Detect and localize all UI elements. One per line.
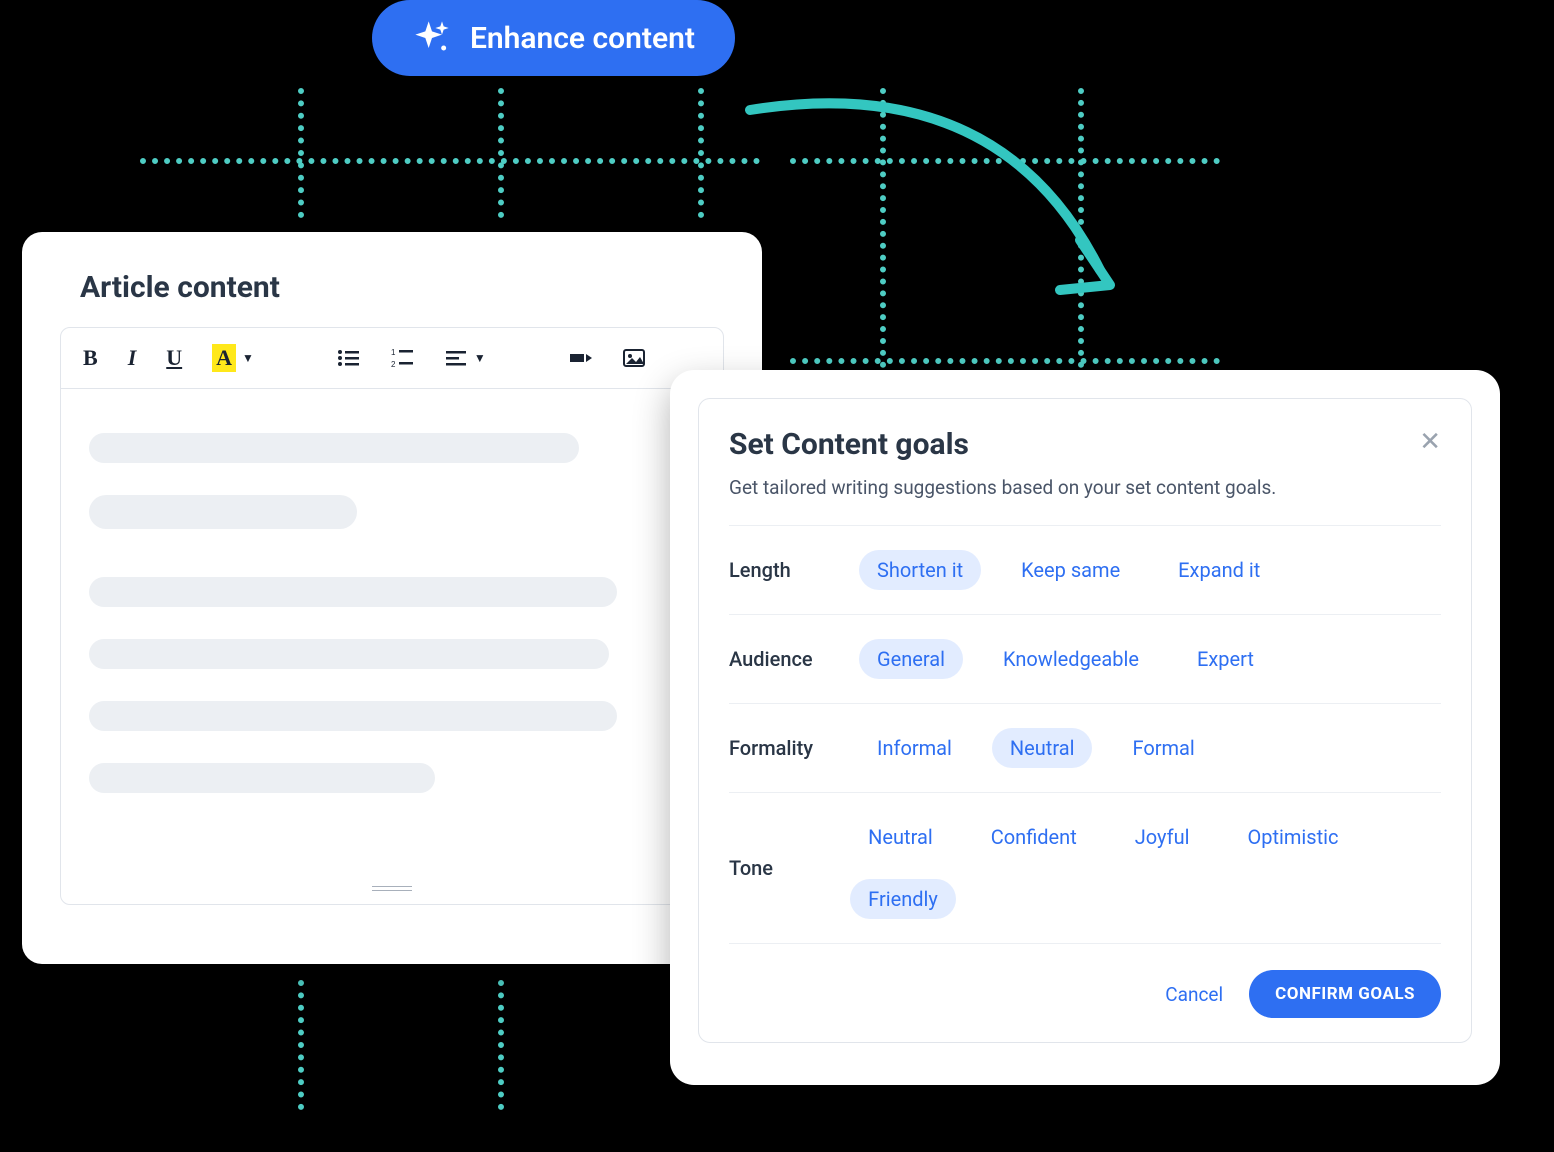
content-placeholder <box>61 389 723 869</box>
grid-line <box>498 88 504 218</box>
goals-subtitle: Get tailored writing suggestions based o… <box>729 476 1276 499</box>
goal-option[interactable]: Joyful <box>1117 817 1208 857</box>
goal-option[interactable]: Optimistic <box>1229 817 1356 857</box>
underline-button[interactable]: U <box>166 345 182 371</box>
text-color-button[interactable]: A▼ <box>212 344 254 372</box>
goal-option[interactable]: General <box>859 639 963 679</box>
enhance-label: Enhance content <box>470 21 695 56</box>
bullet-list-button[interactable] <box>336 346 360 370</box>
goal-option[interactable]: Confident <box>973 817 1095 857</box>
editor-frame: B I U A▼ 12 ▼ <box>60 327 724 905</box>
content-goals-modal: Set Content goals Get tailored writing s… <box>670 370 1500 1085</box>
goal-option[interactable]: Expand it <box>1160 550 1278 590</box>
goal-row: ToneNeutral Confident Joyful Optimistic Frie… <box>729 792 1441 943</box>
goal-option[interactable]: Neutral <box>992 728 1093 768</box>
resize-handle[interactable] <box>372 886 412 894</box>
article-title: Article content <box>80 270 724 305</box>
cancel-button[interactable]: Cancel <box>1165 983 1223 1006</box>
bold-button[interactable]: B <box>83 345 98 371</box>
goal-label: Formality <box>729 736 859 760</box>
goal-option[interactable]: Formal <box>1114 728 1212 768</box>
grid-line <box>140 158 760 164</box>
goal-option[interactable]: Keep same <box>1003 550 1138 590</box>
grid-line <box>298 980 304 1110</box>
article-editor-panel: Article content B I U A▼ 12 ▼ <box>22 232 762 964</box>
insert-image-button[interactable] <box>622 346 646 370</box>
grid-line <box>298 88 304 218</box>
grid-line <box>698 88 704 218</box>
grid-line <box>498 980 504 1110</box>
goal-label: Length <box>729 558 859 582</box>
goal-label: Tone <box>729 856 850 880</box>
editor-toolbar: B I U A▼ 12 ▼ <box>61 328 723 389</box>
italic-button[interactable]: I <box>128 345 137 371</box>
svg-text:2: 2 <box>391 360 396 369</box>
confirm-goals-button[interactable]: CONFIRM GOALS <box>1249 970 1441 1018</box>
numbered-list-button[interactable]: 12 <box>390 346 414 370</box>
svg-text:1: 1 <box>391 348 396 357</box>
goal-option[interactable]: Friendly <box>850 879 956 919</box>
goal-row: AudienceGeneral Knowledgeable Expert <box>729 614 1441 703</box>
goal-option[interactable]: Knowledgeable <box>985 639 1157 679</box>
goal-option[interactable]: Shorten it <box>859 550 981 590</box>
grid-line <box>790 358 1220 364</box>
align-button[interactable]: ▼ <box>444 346 486 370</box>
insert-block-button[interactable] <box>568 346 592 370</box>
close-icon[interactable]: ✕ <box>1419 427 1441 457</box>
goal-row: FormalityInformal Neutral Formal <box>729 703 1441 792</box>
goals-title: Set Content goals <box>729 427 1276 462</box>
goal-option[interactable]: Neutral <box>850 817 951 857</box>
flow-arrow-icon <box>740 90 1140 320</box>
goal-option[interactable]: Expert <box>1179 639 1272 679</box>
goal-option[interactable]: Informal <box>859 728 970 768</box>
sparkle-icon <box>412 18 452 58</box>
goal-row: LengthShorten it Keep same Expand it <box>729 525 1441 614</box>
enhance-content-button[interactable]: Enhance content <box>372 0 735 76</box>
goal-label: Audience <box>729 647 859 671</box>
